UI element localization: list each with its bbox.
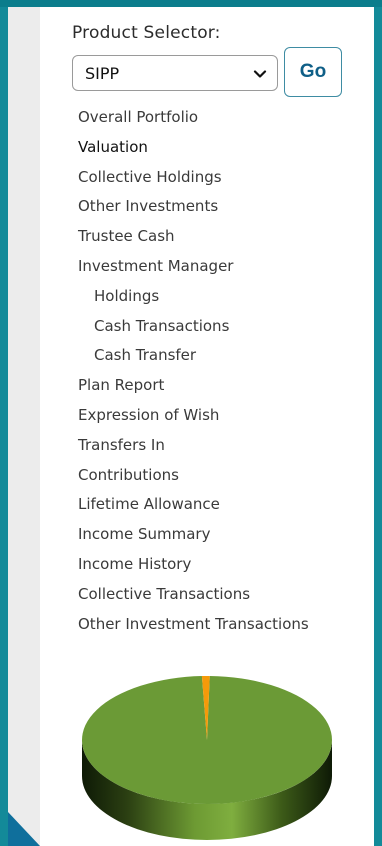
nav-item-cash-transactions[interactable]: Cash Transactions <box>78 312 368 342</box>
nav-item-lifetime-allowance[interactable]: Lifetime Allowance <box>78 490 368 520</box>
product-selector-label: Product Selector: <box>72 23 221 43</box>
nav-item-holdings[interactable]: Holdings <box>78 282 368 312</box>
nav-item-other-investments[interactable]: Other Investments <box>78 192 368 222</box>
nav-item-investment-manager[interactable]: Investment Manager <box>78 252 368 282</box>
left-border <box>0 7 8 846</box>
nav-item-contributions[interactable]: Contributions <box>78 461 368 491</box>
nav-item-collective-holdings[interactable]: Collective Holdings <box>78 163 368 193</box>
portfolio-pie-chart <box>82 676 333 840</box>
nav-item-overall-portfolio[interactable]: Overall Portfolio <box>78 103 368 133</box>
corner-triangle <box>8 812 40 846</box>
sidebar-panel: Product Selector: SIPP Go Overall Portfo… <box>40 7 374 846</box>
nav-item-transfers-in[interactable]: Transfers In <box>78 431 368 461</box>
sidebar-frame: Product Selector: SIPP Go Overall Portfo… <box>8 7 374 846</box>
product-select-value: SIPP <box>85 64 120 83</box>
nav-item-expression-of-wish[interactable]: Expression of Wish <box>78 401 368 431</box>
go-button[interactable]: Go <box>284 47 342 97</box>
nav-item-trustee-cash[interactable]: Trustee Cash <box>78 222 368 252</box>
nav-item-valuation[interactable]: Valuation <box>78 133 368 163</box>
sidebar-nav: Overall Portfolio Valuation Collective Hol… <box>78 103 368 639</box>
sidebar-gutter <box>8 7 40 846</box>
top-border <box>0 0 382 7</box>
nav-item-income-history[interactable]: Income History <box>78 550 368 580</box>
product-select[interactable]: SIPP <box>72 55 278 91</box>
nav-item-other-investment-transactions[interactable]: Other Investment Transactions <box>78 610 368 640</box>
chevron-down-icon <box>253 70 267 78</box>
nav-item-income-summary[interactable]: Income Summary <box>78 520 368 550</box>
nav-item-collective-transactions[interactable]: Collective Transactions <box>78 580 368 610</box>
nav-item-plan-report[interactable]: Plan Report <box>78 371 368 401</box>
nav-item-cash-transfer[interactable]: Cash Transfer <box>78 341 368 371</box>
